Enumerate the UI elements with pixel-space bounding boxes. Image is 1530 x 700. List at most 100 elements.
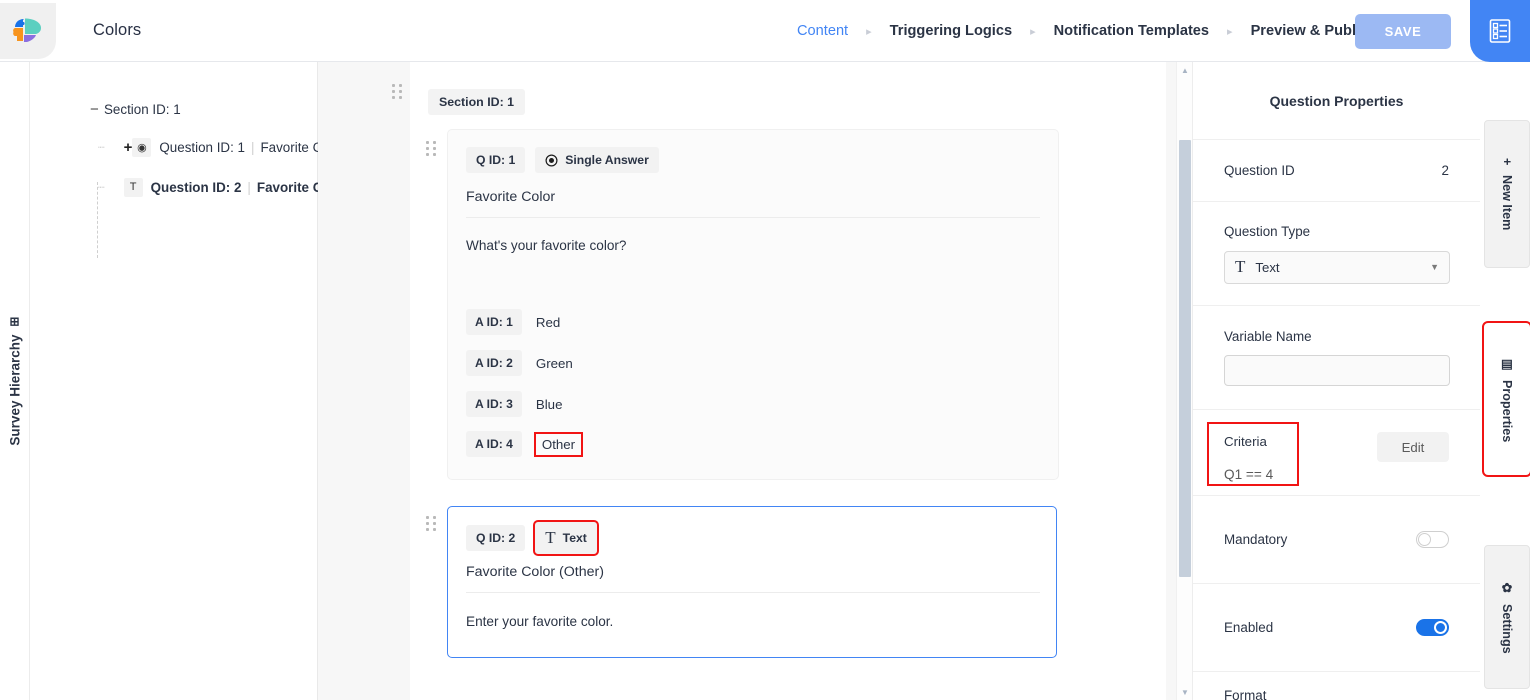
answer-4-text: Other [536,434,581,455]
answer-2-text: Green [536,356,573,371]
tree-collapse-icon[interactable]: − [90,101,104,118]
text-T-icon: T [545,528,555,548]
nav-tab-notification-templates[interactable]: Notification Templates [1052,23,1211,39]
tree-question-2-id: Question ID: 2 [151,180,242,195]
tab-properties-content: ▤ Properties [1500,356,1515,442]
answer-row-4[interactable]: A ID: 4 Other [466,431,581,457]
canvas-scrollbar-thumb[interactable] [1179,140,1191,577]
question-card-1[interactable] [447,129,1059,480]
tab-properties-label: Properties [1500,380,1514,442]
question-id-label: Question ID [1224,163,1295,178]
survey-checklist-icon [1488,18,1512,44]
tree-pipe-divider: | [251,140,254,155]
canvas-scrollbar[interactable]: ▲ ▼ [1176,62,1192,700]
tree-branch-icon: ┈ [98,181,104,194]
question-2-drag-handle[interactable] [426,516,437,532]
brain-puzzle-logo-icon [11,17,45,45]
question-2-type-chip[interactable]: T Text [535,522,597,554]
question-type-value: Text [1255,260,1279,275]
enabled-label: Enabled [1224,620,1273,635]
question-2-id-chip: Q ID: 2 [466,525,525,551]
property-enabled-row: Enabled [1193,584,1480,672]
tree-node-question-1[interactable]: ┈ + ◉ Question ID: 1 | Favorite Color [30,132,317,162]
top-header-bar: Colors Content ▸ Triggering Logics ▸ Not… [0,0,1530,62]
criteria-label: Criteria [1224,434,1267,449]
survey-panel-toggle[interactable] [1470,0,1530,62]
question-type-select[interactable]: T Text ▼ [1224,251,1450,284]
property-format-row: Format [1193,672,1480,700]
property-variable-name-row: Variable Name [1193,306,1480,410]
scroll-up-icon[interactable]: ▲ [1177,62,1193,78]
answer-row-2[interactable]: A ID: 2 Green [466,350,573,376]
nav-separator-icon: ▸ [866,25,872,38]
section-drag-handle[interactable] [392,84,403,100]
tree-node-question-2[interactable]: ┈ T Question ID: 2 | Favorite Color (... [30,172,317,202]
question-1-drag-handle[interactable] [426,141,437,157]
question-1-chip-row: Q ID: 1 Single Answer [466,147,659,173]
right-tab-rail: + New Item ▤ Properties ✿ Settings [1480,62,1530,700]
property-question-id-row: Question ID 2 [1193,140,1480,202]
question-type-label: Question Type [1224,224,1310,239]
question-1-id-chip: Q ID: 1 [466,147,525,173]
answer-3-text: Blue [536,397,563,412]
question-2-title[interactable]: Favorite Color (Other) [466,564,604,580]
tab-settings-content: ✿ Settings [1500,580,1515,654]
answer-1-text: Red [536,315,560,330]
question-id-value: 2 [1442,163,1449,178]
answer-4-id-chip: A ID: 4 [466,431,522,457]
answer-row-1[interactable]: A ID: 1 Red [466,309,560,335]
radio-filled-icon [545,154,558,167]
nav-separator-icon: ▸ [1227,25,1233,38]
mandatory-toggle[interactable] [1416,531,1449,548]
answer-3-id-chip: A ID: 3 [466,391,522,417]
toggle-knob [1418,533,1431,546]
nav-tab-triggering-logics[interactable]: Triggering Logics [888,23,1014,39]
survey-hierarchy-rail-label: Survey Hierarchy ⊞ [7,316,22,445]
page-title: Colors [93,21,141,40]
question-2-divider [466,592,1040,593]
format-label: Format [1224,688,1266,700]
criteria-value: Q1 == 4 [1224,467,1273,482]
tree-guide-line [97,182,98,258]
primary-nav: Content ▸ Triggering Logics ▸ Notificati… [795,0,1379,62]
question-1-type-label: Single Answer [565,153,649,167]
question-2-description[interactable]: Enter your favorite color. [466,614,613,629]
variable-name-input[interactable] [1224,355,1450,386]
question-2-chip-row: Q ID: 2 T Text [466,522,597,554]
survey-builder-app: Colors Content ▸ Triggering Logics ▸ Not… [0,0,1530,700]
criteria-edit-button[interactable]: Edit [1377,432,1449,462]
nav-tab-content[interactable]: Content [795,23,850,39]
survey-hierarchy-tree: − Section ID: 1 ┈ + ◉ Question ID: 1 | F… [30,62,318,700]
save-button[interactable]: SAVE [1355,14,1451,49]
tab-new-item-label: New Item [1500,175,1514,230]
question-1-description[interactable]: What's your favorite color? [466,238,627,253]
toggle-knob [1434,621,1447,634]
question-1-title[interactable]: Favorite Color [466,189,555,205]
question-2-type-label: Text [563,531,587,545]
scroll-down-icon[interactable]: ▼ [1177,684,1193,700]
enabled-toggle[interactable] [1416,619,1449,636]
tab-settings[interactable]: ✿ Settings [1484,545,1530,689]
question-1-divider [466,217,1040,218]
tab-properties[interactable]: ▤ Properties [1484,323,1530,475]
survey-hierarchy-rail[interactable]: Survey Hierarchy ⊞ [0,62,30,700]
nav-separator-icon: ▸ [1030,25,1036,38]
properties-panel-title: Question Properties [1193,62,1480,140]
tab-new-item[interactable]: + New Item [1484,120,1530,268]
chevron-down-icon: ▼ [1430,262,1439,272]
tree-section-label: Section ID: 1 [104,102,181,117]
tree-node-section[interactable]: − Section ID: 1 [30,94,317,124]
answer-row-3[interactable]: A ID: 3 Blue [466,391,562,417]
property-criteria-row: Criteria Q1 == 4 Edit [1193,410,1480,496]
answer-1-id-chip: A ID: 1 [466,309,522,335]
plus-icon: + [1500,158,1514,165]
hierarchy-icon: ⊞ [9,314,19,328]
single-answer-icon: ◉ [132,138,151,157]
mandatory-label: Mandatory [1224,532,1287,547]
section-id-chip: Section ID: 1 [428,89,525,115]
text-T-icon: T [1235,257,1245,277]
question-1-type-chip[interactable]: Single Answer [535,147,659,173]
app-logo[interactable] [0,3,56,59]
tab-new-item-content: + New Item [1500,158,1514,230]
tree-expand-icon[interactable]: + [124,139,133,156]
